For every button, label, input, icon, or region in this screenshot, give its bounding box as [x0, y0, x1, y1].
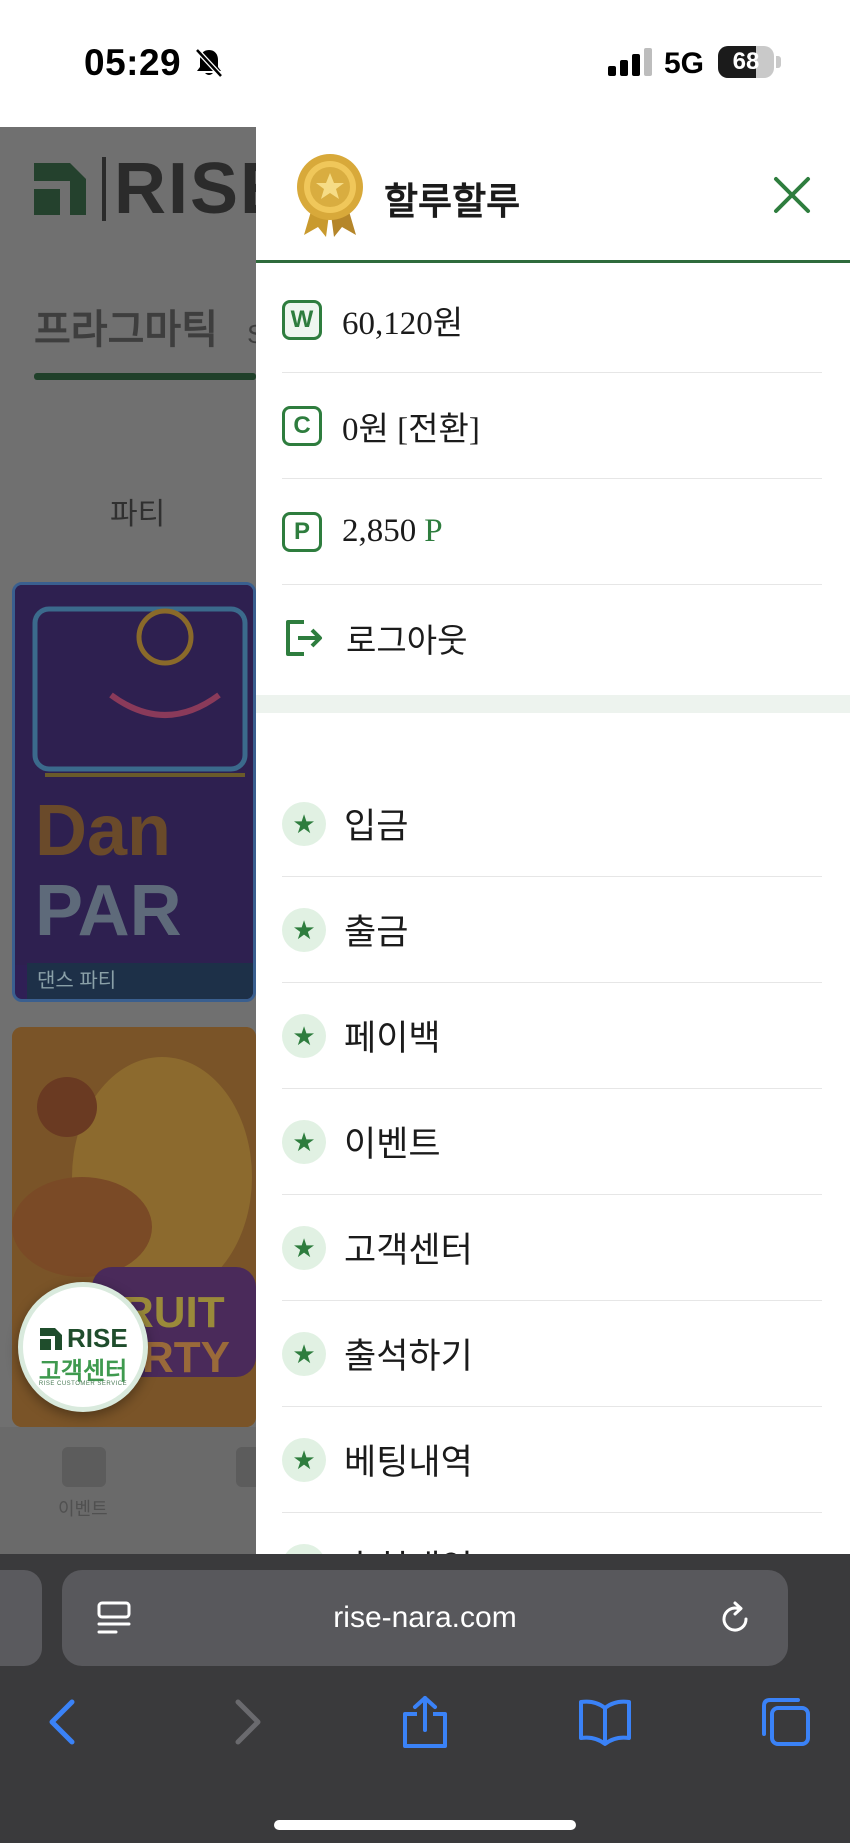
- svg-text:PAR: PAR: [35, 871, 182, 951]
- cellular-signal-icon: [608, 48, 652, 76]
- logout-icon: [286, 620, 322, 656]
- menu-item-betting-history[interactable]: ★ 베팅내역: [282, 1407, 822, 1513]
- menu-item-referral-history[interactable]: ★ 추천내역: [282, 1513, 822, 1554]
- menu-item-label: 입금: [344, 807, 409, 846]
- support-logo: RISE: [39, 1323, 128, 1354]
- menu-item-event[interactable]: ★ 이벤트: [282, 1089, 822, 1195]
- bookmarks-icon[interactable]: [577, 1694, 633, 1750]
- points-unit: P: [424, 513, 443, 549]
- svg-text:Dan: Dan: [35, 791, 171, 871]
- star-icon: ★: [282, 801, 326, 846]
- site-logo: RISE: [30, 153, 256, 225]
- game-thumbnail-dance-party: Dan PAR: [15, 585, 253, 965]
- casino-balance-row[interactable]: C 0원 [전환]: [282, 373, 822, 479]
- rise-logo-mark-icon: [34, 163, 86, 215]
- site-brand: RISE: [102, 153, 256, 225]
- casino-balance-convert[interactable]: 0원 [전환]: [342, 402, 480, 450]
- gold-medal-icon: [297, 154, 363, 237]
- reload-icon[interactable]: [716, 1600, 754, 1638]
- nav-item-icon: [236, 1447, 256, 1487]
- logout-row[interactable]: 로그아웃: [282, 585, 822, 691]
- star-icon: ★: [282, 1543, 326, 1554]
- star-icon: ★: [282, 1225, 326, 1270]
- safari-toolbar: rise-nara.com: [0, 1554, 850, 1843]
- star-icon: ★: [282, 907, 326, 952]
- menu-item-attendance[interactable]: ★ 출석하기: [282, 1301, 822, 1407]
- wallet-balance-row: W 60,120원: [282, 267, 822, 373]
- network-type: 5G: [664, 47, 705, 80]
- menu-item-label: 페이백: [344, 1019, 441, 1058]
- customer-center-button[interactable]: RISE 고객센터 RISE CUSTOMER SERVICE: [18, 1282, 148, 1412]
- section-divider: [256, 695, 850, 713]
- wallet-w-icon: W: [282, 299, 322, 340]
- bell-muted-icon: [195, 48, 223, 78]
- battery-cap: [776, 56, 781, 68]
- menu-item-label: 이벤트: [344, 1125, 441, 1164]
- close-icon[interactable]: [764, 167, 820, 223]
- logout-label[interactable]: 로그아웃: [346, 614, 467, 662]
- game-caption: 댄스 파티: [27, 963, 253, 999]
- menu-item-label: 출금: [344, 913, 409, 952]
- home-indicator: [274, 1820, 576, 1830]
- support-brand: RISE: [67, 1323, 128, 1353]
- star-icon: ★: [282, 1437, 326, 1482]
- drawer-header: 할루할루: [256, 127, 850, 263]
- address-bar[interactable]: rise-nara.com: [62, 1570, 788, 1666]
- menu-item-label: 추천내역: [344, 1540, 473, 1554]
- side-drawer: 할루할루 W 60,120원 C 0원 [전환] P 2,850 P 로그아웃: [256, 127, 850, 1554]
- star-icon: ★: [282, 1331, 326, 1376]
- provider-tab: 프라그마틱 S: [34, 297, 256, 355]
- provider-tab-underline: [34, 373, 256, 380]
- category-label: 파티: [110, 498, 166, 531]
- forward-icon[interactable]: [218, 1694, 274, 1750]
- url-text[interactable]: rise-nara.com: [62, 1570, 788, 1666]
- menu-item-deposit[interactable]: ★ 입금: [282, 771, 822, 877]
- battery-icon: 68: [718, 46, 774, 78]
- star-icon: ★: [282, 1119, 326, 1164]
- balance-list: W 60,120원 C 0원 [전환] P 2,850 P 로그아웃: [282, 267, 822, 691]
- menu-item-label: 베팅내역: [344, 1443, 473, 1482]
- menu-item-customer-center[interactable]: ★ 고객센터: [282, 1195, 822, 1301]
- wallet-balance: 60,120원: [342, 305, 464, 342]
- battery-percent: 68: [732, 48, 760, 75]
- svg-text:RTY: RTY: [142, 1333, 230, 1382]
- status-bar: 05:29 5G 68: [0, 0, 850, 127]
- support-subtitle: RISE CUSTOMER SERVICE: [38, 1381, 128, 1387]
- status-time: 05:29: [84, 42, 182, 83]
- bottom-nav: 이벤트: [0, 1427, 256, 1554]
- points-p-icon: P: [282, 511, 322, 552]
- points-balance-row: P 2,850 P: [282, 479, 822, 585]
- game-card-dance-party: Dan PAR 댄스 파티: [12, 582, 256, 1002]
- menu-item-label: 출석하기: [344, 1337, 473, 1376]
- points-balance: 2,850: [342, 513, 417, 549]
- menu-item-label: 고객센터: [344, 1231, 473, 1270]
- previous-tab-preview[interactable]: [0, 1570, 42, 1666]
- menu-item-withdraw[interactable]: ★ 출금: [282, 877, 822, 983]
- provider-tab-suffix: S: [247, 319, 256, 349]
- username: 할루할루: [384, 181, 521, 222]
- share-icon[interactable]: [397, 1694, 453, 1750]
- tabs-icon[interactable]: [758, 1694, 814, 1750]
- casino-c-icon: C: [282, 405, 322, 446]
- star-icon: ★: [282, 1013, 326, 1058]
- rise-logo-mark-icon: [40, 1327, 62, 1350]
- drawer-menu: ★ 입금 ★ 출금 ★ 페이백 ★ 이벤트 ★ 고객센터 ★ 출석하기 ★ 베팅…: [282, 771, 822, 1554]
- back-icon[interactable]: [36, 1694, 92, 1750]
- calendar-icon: [62, 1447, 106, 1487]
- menu-item-payback[interactable]: ★ 페이백: [282, 983, 822, 1089]
- provider-tab-label: 프라그마틱: [34, 308, 218, 352]
- bottom-nav-label: 이벤트: [58, 1499, 108, 1519]
